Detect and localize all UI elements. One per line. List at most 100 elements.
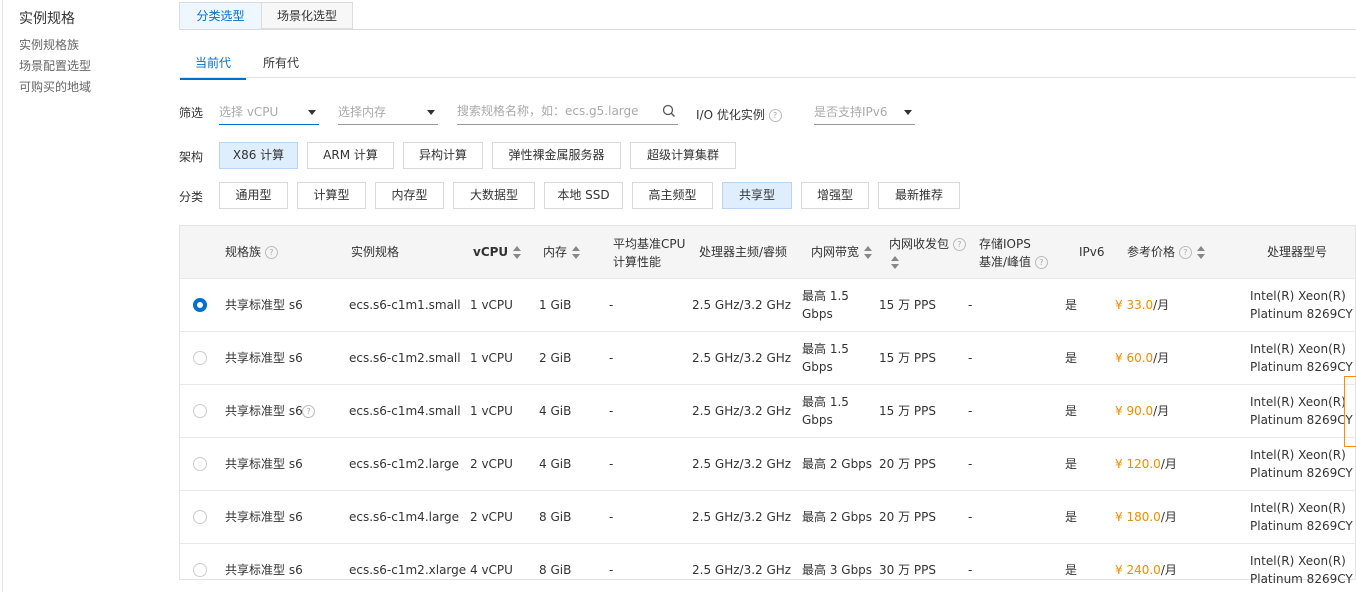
cell-memory: 8 GiB xyxy=(539,510,572,524)
cell-price: ¥ 120.0/月 xyxy=(1115,455,1177,473)
row-radio[interactable] xyxy=(193,510,207,524)
col-header-iops-line1: 存储IOPS xyxy=(979,237,1031,251)
cell-family: 共享标准型 s6 xyxy=(225,404,303,418)
row-radio[interactable] xyxy=(193,457,207,471)
memory-select[interactable]: 选择内存 xyxy=(338,100,438,125)
sidebar-item-family[interactable]: 实例规格族 xyxy=(19,36,79,53)
cell-bandwidth-line: 最高 1.5 xyxy=(802,342,849,356)
search-icon[interactable] xyxy=(662,104,676,118)
category-bigdata-chip[interactable]: 大数据型 xyxy=(453,182,535,209)
cell-spec: ecs.s6-c1m1.small xyxy=(349,298,461,312)
cell-price: ¥ 60.0/月 xyxy=(1115,349,1169,367)
cell-cpu-model-line: Platinum 8269CY xyxy=(1250,466,1353,480)
cell-family: 共享标准型 s6 xyxy=(225,510,303,524)
help-icon[interactable]: ? xyxy=(264,246,278,259)
cell-bandwidth: 最高 2 Gbps xyxy=(802,508,872,526)
category-enhanced-chip[interactable]: 增强型 xyxy=(801,182,869,209)
help-icon[interactable]: ? xyxy=(952,238,966,251)
help-icon[interactable]: ? xyxy=(1034,256,1048,269)
sidebar-item-regions[interactable]: 可购买的地域 xyxy=(19,78,91,95)
row-radio[interactable] xyxy=(193,351,207,365)
price-unit: /月 xyxy=(1160,457,1177,471)
sort-icon[interactable] xyxy=(572,245,581,260)
row-divider xyxy=(180,437,1356,438)
cell-pps: 20 万 PPS xyxy=(879,510,936,524)
cell-pps: 15 万 PPS xyxy=(879,298,936,312)
price-value: ¥ 90.0 xyxy=(1115,404,1154,418)
chevron-down-icon xyxy=(904,110,912,115)
arch-heterogeneous-chip[interactable]: 异构计算 xyxy=(403,142,483,169)
sort-icon[interactable] xyxy=(864,245,873,260)
category-general-chip[interactable]: 通用型 xyxy=(219,182,288,209)
cell-cpu-perf: - xyxy=(609,510,614,524)
price-value: ¥ 120.0 xyxy=(1115,457,1161,471)
cell-bandwidth-line: 最高 2 Gbps xyxy=(802,510,873,524)
col-header-vcpu[interactable]: vCPU xyxy=(473,243,522,261)
col-header-iops: 存储IOPS 基准/峰值 ? xyxy=(979,235,1048,271)
cell-cpu-model: Intel(R) Xeon(R) Platinum 8269CY xyxy=(1250,552,1353,588)
category-recommended-chip[interactable]: 最新推荐 xyxy=(878,182,960,209)
spec-search[interactable] xyxy=(457,100,678,125)
col-header-bandwidth[interactable]: 内网带宽 xyxy=(811,243,873,261)
row-radio[interactable] xyxy=(193,298,207,312)
row-radio[interactable] xyxy=(193,404,207,418)
cell-cpu-model-line: Platinum 8269CY xyxy=(1250,572,1353,586)
col-header-price[interactable]: 参考价格 ? xyxy=(1127,243,1205,261)
sort-icon[interactable] xyxy=(1196,245,1205,260)
tab-all-generations[interactable]: 所有代 xyxy=(252,54,310,78)
cell-ipv6: 是 xyxy=(1065,404,1078,418)
io-optimized-filter[interactable]: I/O 优化实例 ? xyxy=(696,106,782,123)
price-value: ¥ 60.0 xyxy=(1115,351,1154,365)
cell-memory: 1 GiB xyxy=(539,298,572,312)
help-icon[interactable]: ? xyxy=(302,405,315,418)
sort-icon[interactable] xyxy=(513,245,522,260)
tabs-divider xyxy=(179,29,1356,30)
cell-price: ¥ 180.0/月 xyxy=(1115,508,1177,526)
cell-bandwidth-line: 最高 1.5 xyxy=(802,395,849,409)
sort-icon[interactable] xyxy=(891,255,899,270)
cell-cpu-model-line: Platinum 8269CY xyxy=(1250,413,1353,427)
row-radio[interactable] xyxy=(193,563,207,577)
category-shared-chip[interactable]: 共享型 xyxy=(722,182,792,209)
col-header-ipv6: IPv6 xyxy=(1079,245,1105,259)
cell-cpu-model: Intel(R) Xeon(R) Platinum 8269CY xyxy=(1250,340,1353,376)
cell-bandwidth: 最高 1.5 Gbps xyxy=(802,287,849,323)
col-header-memory[interactable]: 内存 xyxy=(543,243,581,261)
category-label: 分类 xyxy=(179,190,204,204)
arch-label: 架构 xyxy=(179,150,204,164)
category-high-frequency-chip[interactable]: 高主频型 xyxy=(632,182,713,209)
tab-scenario-select[interactable]: 场景化选型 xyxy=(261,2,353,29)
cell-cpu-model: Intel(R) Xeon(R) Platinum 8269CY xyxy=(1250,499,1353,535)
col-header-iops-line2: 基准/峰值 xyxy=(979,255,1032,269)
category-memory-chip[interactable]: 内存型 xyxy=(375,182,444,209)
arch-x86-chip[interactable]: X86 计算 xyxy=(219,142,298,169)
arch-arm-chip[interactable]: ARM 计算 xyxy=(307,142,394,169)
vcpu-select[interactable]: 选择 vCPU xyxy=(219,100,319,125)
cell-memory: 8 GiB xyxy=(539,563,572,577)
tab-category-select[interactable]: 分类选型 xyxy=(179,2,262,29)
io-optimized-label: I/O 优化实例 xyxy=(696,108,765,122)
category-compute-chip[interactable]: 计算型 xyxy=(297,182,366,209)
cell-freq: 2.5 GHz/3.2 GHz xyxy=(692,404,792,418)
cell-vcpu: 1 vCPU xyxy=(470,404,513,418)
cell-pps: 15 万 PPS xyxy=(879,404,936,418)
cell-bandwidth-line: Gbps xyxy=(802,413,833,427)
cell-ipv6: 是 xyxy=(1065,457,1078,471)
category-local-ssd-chip[interactable]: 本地 SSD xyxy=(544,182,623,209)
help-icon[interactable]: ? xyxy=(768,109,782,122)
cell-freq: 2.5 GHz/3.2 GHz xyxy=(692,351,792,365)
sidebar-item-scenario[interactable]: 场景配置选型 xyxy=(19,57,91,74)
col-header-pps[interactable]: 内网收发包 ? xyxy=(889,235,966,271)
cell-ipv6: 是 xyxy=(1065,563,1078,577)
spec-search-input[interactable] xyxy=(457,100,647,122)
ipv6-select[interactable]: 是否支持IPv6 xyxy=(814,100,915,125)
memory-select-placeholder: 选择内存 xyxy=(338,105,387,119)
cell-vcpu: 2 vCPU xyxy=(470,457,513,471)
cell-bandwidth-line: 最高 1.5 xyxy=(802,289,849,303)
help-icon[interactable]: ? xyxy=(1178,246,1192,259)
arch-bare-metal-chip[interactable]: 弹性裸金属服务器 xyxy=(492,142,621,169)
feedback-tab[interactable] xyxy=(1344,376,1356,447)
cell-pps: 15 万 PPS xyxy=(879,351,936,365)
arch-supercomputing-chip[interactable]: 超级计算集群 xyxy=(630,142,736,169)
cell-memory: 4 GiB xyxy=(539,457,572,471)
